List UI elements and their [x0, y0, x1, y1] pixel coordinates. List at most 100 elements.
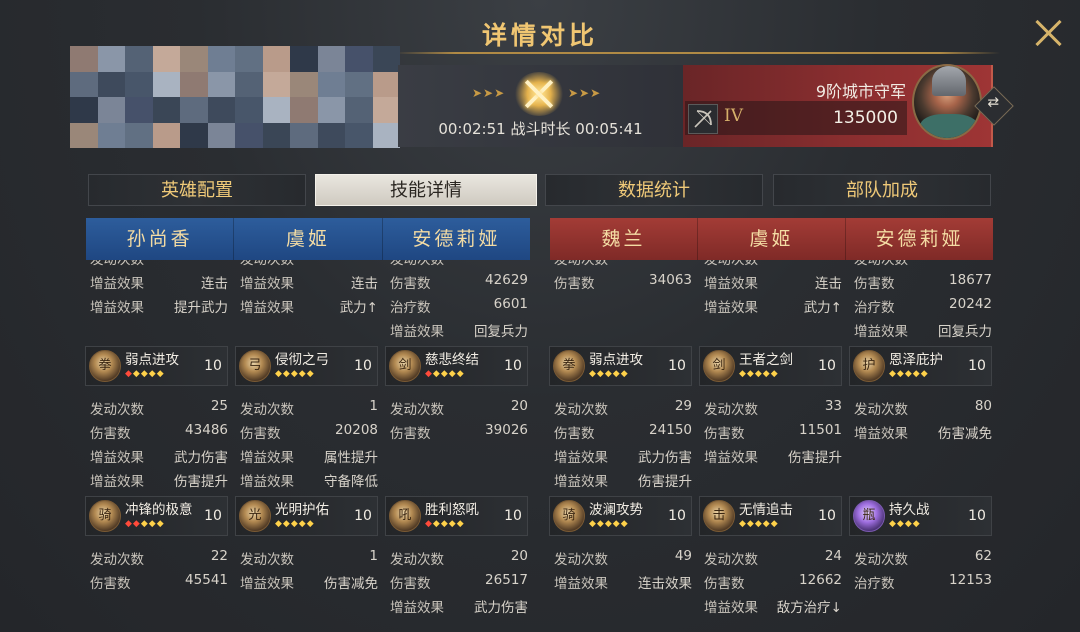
- empty-row: [550, 320, 696, 344]
- pixel-block: [180, 97, 208, 123]
- stat-row: 增益效果 武力伤害: [386, 596, 532, 620]
- skill-name: 侵彻之弓: [275, 352, 329, 368]
- pixel-block: [317, 46, 345, 72]
- stat-label: 发动次数: [554, 402, 608, 418]
- skill-card[interactable]: 光光明护佑 ◆◆◆◆◆ 10: [235, 496, 378, 536]
- stat-value: 回复兵力: [938, 324, 992, 340]
- stat-label: 增益效果: [854, 324, 908, 340]
- empty-row: [550, 296, 696, 320]
- skill-details-grid[interactable]: 发动次数34增益效果连击增益效果提升武力拳弱点进攻◆◆◆◆◆10发动次数25伤害…: [0, 260, 1080, 632]
- pixel-block: [235, 71, 263, 97]
- pixel-block: [207, 46, 235, 72]
- pixel-block: [70, 122, 98, 148]
- star-icon: ◆: [282, 519, 291, 529]
- skill-name: 持久战: [889, 502, 930, 518]
- pixel-block: [207, 97, 235, 123]
- skill-card[interactable]: 击无情追击 ◆◆◆◆◆ 10: [699, 496, 842, 536]
- stat-value: 20: [510, 398, 528, 414]
- star-icon: ◆: [156, 519, 165, 529]
- enemy-name: 9阶城市守军: [815, 82, 906, 101]
- skill-card[interactable]: 拳弱点进攻 ◆◆◆◆◆ 10: [549, 346, 692, 386]
- tab-data-stats[interactable]: 数据统计: [545, 174, 763, 206]
- star-icon: ◆: [432, 369, 441, 379]
- skill-card[interactable]: 剑王者之剑 ◆◆◆◆◆ 10: [699, 346, 842, 386]
- star-icon: ◆: [596, 369, 605, 379]
- skill-card[interactable]: 吼胜利怒吼 ◆◆◆◆◆ 10: [385, 496, 528, 536]
- stat-label: 增益效果: [390, 324, 444, 340]
- star-icon: ◆: [440, 369, 449, 379]
- pixel-block: [262, 122, 290, 148]
- skill-level: 10: [204, 358, 222, 374]
- stat-row: 伤害数 43486: [86, 422, 232, 446]
- stat-value: 连击: [815, 276, 842, 292]
- star-icon: ◆: [762, 519, 771, 529]
- skill-card[interactable]: 弓侵彻之弓 ◆◆◆◆◆ 10: [235, 346, 378, 386]
- star-icon: ◆: [739, 369, 747, 379]
- skill-card[interactable]: 瓶持久战 ◆◆◆◆ 10: [849, 496, 992, 536]
- star-icon: ◆: [904, 519, 913, 529]
- stat-row: 增益效果 伤害提升: [86, 470, 232, 494]
- stat-label: 发动次数: [90, 402, 144, 418]
- star-icon: ◆: [589, 519, 597, 529]
- skill-card[interactable]: 剑慈悲终结 ◆◆◆◆◆ 10: [385, 346, 528, 386]
- stat-row: 增益效果 武力伤害: [86, 446, 232, 470]
- tab-hero-config[interactable]: 英雄配置: [88, 174, 306, 206]
- skill-text: 慈悲终结 ◆◆◆◆◆: [425, 352, 499, 380]
- hero-name: 虞姬: [698, 218, 846, 260]
- stat-row: 发动次数 35: [850, 260, 996, 272]
- stat-label: 增益效果: [554, 474, 608, 490]
- stat-label: 发动次数: [554, 552, 608, 568]
- star-icon: ◆: [306, 519, 315, 529]
- troop-tier: IV: [724, 106, 743, 126]
- skill-text: 弱点进攻 ◆◆◆◆◆: [589, 352, 663, 380]
- star-icon: ◆: [762, 369, 771, 379]
- pixel-block: [262, 46, 290, 72]
- skill-level: 10: [504, 358, 522, 374]
- stat-value: 24: [824, 548, 842, 564]
- skill-stars: ◆◆◆◆◆: [589, 368, 663, 380]
- stat-value: 80: [974, 398, 992, 414]
- stat-row: 伤害数 12662: [700, 572, 846, 596]
- stat-value: 20208: [335, 422, 378, 438]
- stat-value: 29: [674, 398, 692, 414]
- skill-card[interactable]: 骑冲锋的极意 ◆◆◆◆◆ 10: [85, 496, 228, 536]
- stat-row: 发动次数 33: [700, 398, 846, 422]
- stat-label: 发动次数: [854, 260, 908, 268]
- skill-icon: 剑: [703, 350, 735, 382]
- close-icon[interactable]: [1034, 18, 1064, 48]
- battle-duration: 00:02:51 战斗时长 00:05:41: [398, 118, 683, 139]
- arrows-left-icon: ➤➤➤: [472, 86, 506, 100]
- right-time: 00:05:41: [575, 120, 643, 138]
- hero-name: 魏兰: [550, 218, 698, 260]
- skill-text: 无情追击 ◆◆◆◆◆: [739, 502, 813, 530]
- skill-level: 10: [968, 358, 986, 374]
- skill-icon: 剑: [389, 350, 421, 382]
- star-icon: ◆: [889, 369, 897, 379]
- skill-level: 10: [504, 508, 522, 524]
- skill-card[interactable]: 拳弱点进攻 ◆◆◆◆◆ 10: [85, 346, 228, 386]
- pixel-block: [70, 71, 98, 97]
- stat-label: 治疗数: [854, 576, 895, 592]
- stat-value: 提升武力: [174, 300, 228, 316]
- skill-icon: 骑: [89, 500, 121, 532]
- skill-level: 10: [818, 358, 836, 374]
- skill-icon: 吼: [389, 500, 421, 532]
- stat-value: 18677: [949, 272, 992, 288]
- skill-card[interactable]: 骑波澜攻势 ◆◆◆◆◆ 10: [549, 496, 692, 536]
- star-icon: ◆: [896, 369, 905, 379]
- skill-card[interactable]: 护恩泽庇护 ◆◆◆◆◆ 10: [849, 346, 992, 386]
- star-icon: ◆: [456, 519, 465, 529]
- stat-label: 增益效果: [554, 450, 608, 466]
- pixel-block: [345, 97, 373, 123]
- tab-skill-details[interactable]: 技能详情: [315, 174, 537, 206]
- stat-row: 增益效果 守备降低: [236, 470, 382, 494]
- stat-row: 增益效果 连击: [236, 272, 382, 296]
- bow-icon: [688, 104, 718, 134]
- tab-troop-bonus[interactable]: 部队加成: [773, 174, 991, 206]
- star-icon: ◆: [148, 369, 157, 379]
- star-icon: ◆: [298, 519, 307, 529]
- stat-value: 20: [510, 548, 528, 564]
- battle-detail-screen: { "title":"详情对比", "battle":{"left_time":…: [0, 0, 1080, 632]
- star-icon: ◆: [448, 519, 457, 529]
- stat-row: 增益效果 敌方治疗↓: [700, 596, 846, 620]
